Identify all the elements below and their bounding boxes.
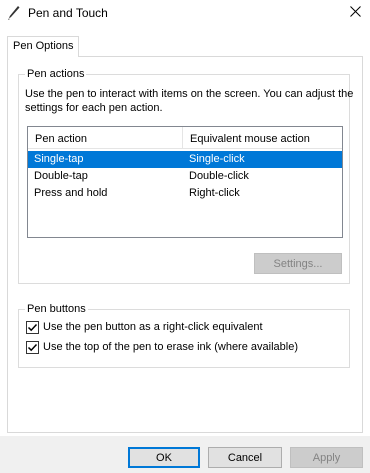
checkmark-icon <box>27 343 38 351</box>
window-title: Pen and Touch <box>28 6 108 20</box>
ok-button[interactable]: OK <box>128 447 200 468</box>
pen-icon <box>8 6 20 20</box>
close-button[interactable] <box>340 0 370 26</box>
erase-ink-checkbox[interactable] <box>26 340 39 354</box>
mouse-action-cell: Right-click <box>189 187 240 199</box>
tab-pen-options[interactable]: Pen Options <box>7 36 79 57</box>
close-icon <box>349 6 361 20</box>
mouse-action-cell: Double-click <box>189 170 249 182</box>
cancel-button[interactable]: Cancel <box>208 447 282 468</box>
right-click-checkbox[interactable] <box>26 320 39 334</box>
list-item[interactable]: Press and hold Right-click <box>28 185 342 202</box>
right-click-label: Use the pen button as a right-click equi… <box>43 321 263 333</box>
column-header-mouse-action[interactable]: Equivalent mouse action <box>190 133 310 145</box>
column-divider[interactable] <box>182 127 183 149</box>
pen-action-cell: Press and hold <box>34 187 108 199</box>
apply-button[interactable]: Apply <box>290 447 363 468</box>
pen-actions-legend: Pen actions <box>25 68 87 80</box>
settings-button[interactable]: Settings... <box>254 253 342 274</box>
list-header: Pen action Equivalent mouse action <box>28 127 342 149</box>
pen-and-touch-dialog: Pen and Touch Pen Options Pen actions Us… <box>0 0 370 473</box>
checkmark-icon <box>27 323 38 331</box>
list-item[interactable]: Double-tap Double-click <box>28 168 342 185</box>
column-header-pen-action[interactable]: Pen action <box>35 133 87 145</box>
pen-action-cell: Double-tap <box>34 170 88 182</box>
list-item[interactable]: Single-tap Single-click <box>28 151 342 168</box>
mouse-action-cell: Single-click <box>189 153 245 165</box>
erase-ink-option[interactable]: Use the top of the pen to erase ink (whe… <box>26 339 298 355</box>
dialog-footer: OK Cancel Apply <box>0 436 370 473</box>
right-click-equivalent-option[interactable]: Use the pen button as a right-click equi… <box>26 319 263 335</box>
pen-buttons-legend: Pen buttons <box>25 303 88 315</box>
pen-actions-description: Use the pen to interact with items on th… <box>25 88 354 114</box>
tab-label: Pen Options <box>13 40 74 52</box>
title-bar: Pen and Touch <box>0 0 370 30</box>
pen-action-cell: Single-tap <box>34 153 84 165</box>
pen-action-list[interactable]: Pen action Equivalent mouse action Singl… <box>27 126 343 238</box>
erase-ink-label: Use the top of the pen to erase ink (whe… <box>43 341 298 353</box>
